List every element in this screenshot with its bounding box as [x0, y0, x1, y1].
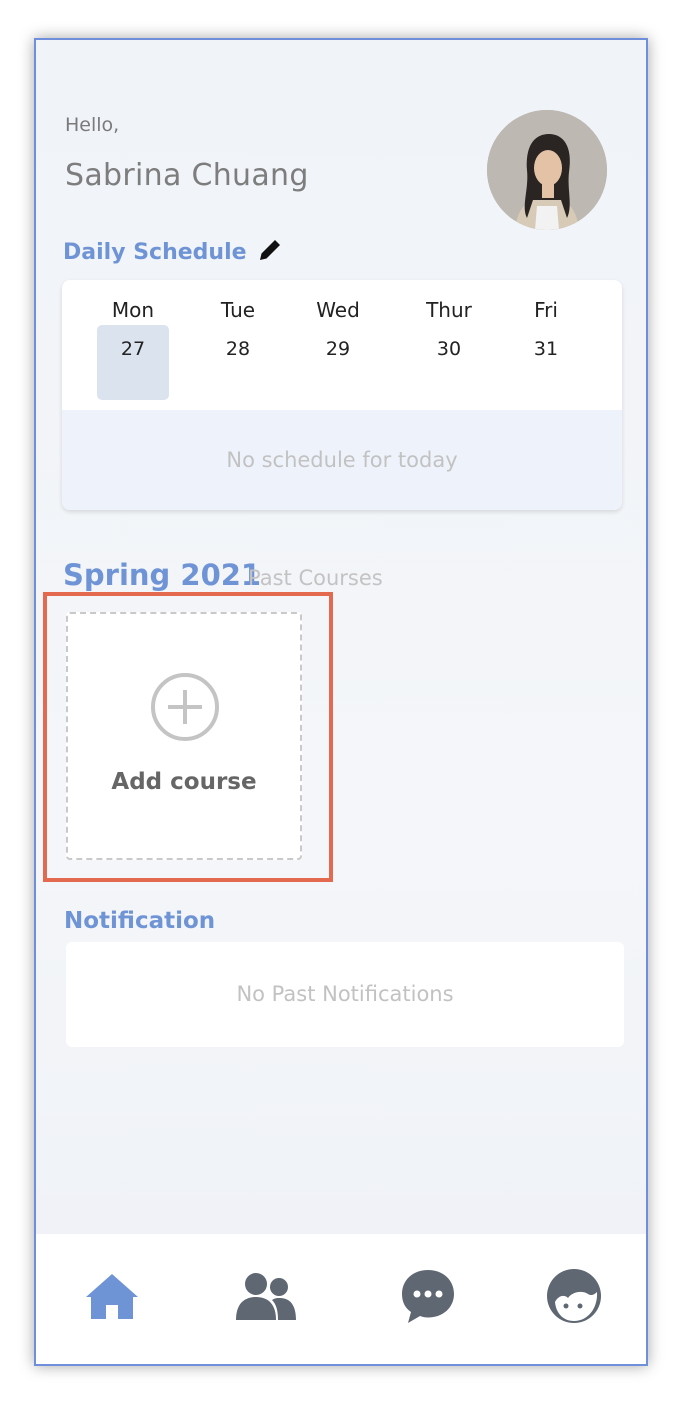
plus-circle-icon — [150, 672, 220, 742]
app-screen: Hello, Sabrina Chuang Daily Schedule Mon… — [34, 38, 648, 1366]
no-schedule-message: No schedule for today — [62, 410, 622, 510]
user-name: Sabrina Chuang — [65, 158, 309, 193]
daily-schedule-title: Daily Schedule — [63, 240, 247, 265]
day-name: Mon — [111, 298, 155, 322]
day-name: Wed — [316, 298, 360, 322]
edit-pencil-icon[interactable] — [256, 236, 284, 264]
day-date: 31 — [533, 338, 559, 360]
add-course-label: Add course — [111, 769, 257, 795]
day-date: 30 — [436, 338, 462, 360]
greeting-text: Hello, — [65, 114, 120, 136]
avatar-photo — [487, 110, 607, 230]
bottom-nav — [36, 1234, 646, 1364]
day-fri[interactable]: Fri 31 — [501, 280, 591, 400]
schedule-card: Mon 27 Tue 28 Wed 29 Thur 30 Fri 31 No s… — [62, 280, 622, 510]
day-name: Tue — [220, 298, 256, 322]
notification-title: Notification — [64, 908, 216, 934]
day-tue[interactable]: Tue 28 — [193, 280, 283, 400]
add-course-card[interactable]: Add course — [66, 612, 302, 860]
notification-card: No Past Notifications — [66, 942, 624, 1047]
day-mon[interactable]: Mon 27 — [88, 280, 178, 400]
day-date: 27 — [120, 338, 146, 360]
selected-day-highlight — [97, 325, 169, 400]
day-thur[interactable]: Thur 30 — [404, 280, 494, 400]
day-wed[interactable]: Wed 29 — [293, 280, 383, 400]
chat-icon[interactable] — [396, 1264, 460, 1328]
people-icon[interactable] — [234, 1264, 298, 1328]
day-name: Thur — [426, 298, 472, 322]
profile-icon[interactable] — [542, 1264, 606, 1328]
past-courses-link[interactable]: Past Courses — [248, 566, 383, 590]
term-title: Spring 2021 — [63, 558, 262, 592]
day-date: 29 — [325, 338, 351, 360]
home-icon[interactable] — [80, 1264, 144, 1328]
day-name: Fri — [534, 298, 558, 322]
day-date: 28 — [225, 338, 251, 360]
avatar[interactable] — [487, 110, 607, 230]
